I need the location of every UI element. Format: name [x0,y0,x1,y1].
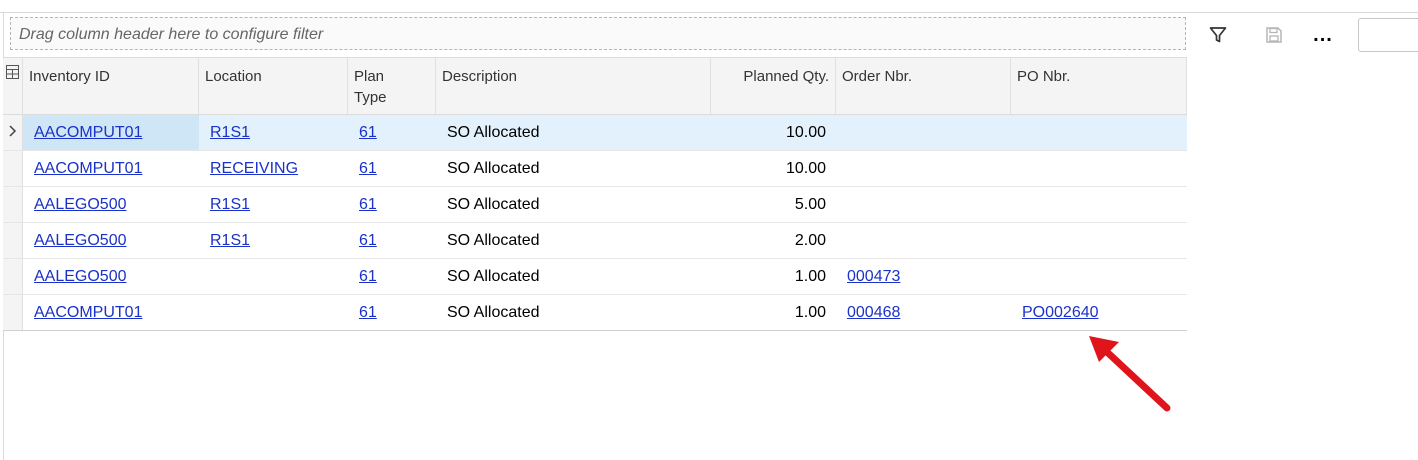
column-header-inventory-id[interactable]: Inventory ID [23,58,199,114]
save-button[interactable] [1259,20,1289,50]
search-input[interactable] [1358,18,1418,52]
column-header-description[interactable]: Description [436,58,711,114]
filter-drop-zone[interactable]: Drag column header here to configure fil… [10,17,1186,50]
inventory-id-link-text[interactable]: AALEGO500 [34,196,127,213]
planned-qty-cell: 1.00 [794,304,826,321]
order-nbr-link[interactable] [836,151,1011,186]
location-link-text[interactable]: R1S1 [210,196,250,213]
inventory-id-link-text[interactable]: AACOMPUT01 [34,160,142,177]
top-border [0,0,1418,13]
order-nbr-link[interactable] [836,115,1011,150]
table-row[interactable]: AALEGO500 61 SO Allocated 1.00 000473 [3,259,1187,295]
column-settings-button[interactable] [3,58,23,114]
row-selector[interactable] [3,187,23,222]
inventory-id-link-text[interactable]: AALEGO500 [34,232,127,249]
plan-type-link-text[interactable]: 61 [359,124,377,141]
chevron-right-icon [9,125,17,137]
plan-type-link[interactable]: 61 [348,259,436,294]
location-link-text[interactable]: R1S1 [210,232,250,249]
filter-button[interactable] [1203,20,1233,50]
location-link-text[interactable]: RECEIVING [210,160,298,177]
planned-qty-cell: 10.00 [785,160,826,177]
order-nbr-link[interactable]: 000473 [836,259,1011,294]
plan-type-link-text[interactable]: 61 [359,232,377,249]
column-settings-icon [6,65,19,79]
inventory-id-link-text[interactable]: AACOMPUT01 [34,124,142,141]
planned-qty-cell: 1.00 [794,268,826,285]
column-header-order-nbr[interactable]: Order Nbr. [836,58,1011,114]
location-link[interactable] [199,295,348,330]
more-icon: ... [1313,24,1333,46]
column-header-po-nbr[interactable]: PO Nbr. [1011,58,1187,114]
filter-icon [1209,27,1227,43]
po-nbr-link-text[interactable]: PO002640 [1022,304,1099,321]
order-nbr-link-text[interactable]: 000468 [847,304,900,321]
plan-type-link[interactable]: 61 [348,223,436,258]
column-header-location[interactable]: Location [199,58,348,114]
column-header-planned-qty[interactable]: Planned Qty. [711,58,836,114]
inventory-id-link[interactable]: AACOMPUT01 [23,115,199,150]
description-cell: SO Allocated [447,304,540,321]
location-link[interactable]: R1S1 [199,187,348,222]
inventory-id-link[interactable]: AACOMPUT01 [23,295,199,330]
order-nbr-link[interactable]: 000468 [836,295,1011,330]
location-link[interactable] [199,259,348,294]
order-nbr-link[interactable] [836,187,1011,222]
inventory-id-link-text[interactable]: AALEGO500 [34,268,127,285]
plan-type-link[interactable]: 61 [348,115,436,150]
po-nbr-link[interactable] [1011,115,1187,150]
inventory-grid: Inventory ID Location Plan Type Descript… [3,57,1187,331]
po-nbr-link[interactable] [1011,187,1187,222]
location-link-text[interactable]: R1S1 [210,124,250,141]
po-nbr-link[interactable] [1011,151,1187,186]
table-row[interactable]: AALEGO500 R1S1 61 SO Allocated 5.00 [3,187,1187,223]
column-header-plan-type[interactable]: Plan Type [348,58,436,114]
location-link[interactable]: R1S1 [199,223,348,258]
location-link[interactable]: R1S1 [199,115,348,150]
plan-type-link-text[interactable]: 61 [359,160,377,177]
description-cell: SO Allocated [447,268,540,285]
po-nbr-link[interactable]: PO002640 [1011,295,1187,330]
planned-qty-cell: 2.00 [794,232,826,249]
planned-qty-cell: 5.00 [794,196,826,213]
plan-type-link[interactable]: 61 [348,151,436,186]
inventory-id-link[interactable]: AALEGO500 [23,259,199,294]
table-row[interactable]: AACOMPUT01 RECEIVING 61 SO Allocated 10.… [3,151,1187,187]
inventory-id-link[interactable]: AACOMPUT01 [23,151,199,186]
grid-header: Inventory ID Location Plan Type Descript… [3,57,1187,115]
inventory-id-link-text[interactable]: AACOMPUT01 [34,304,142,321]
plan-type-link[interactable]: 61 [348,295,436,330]
inventory-id-link[interactable]: AALEGO500 [23,187,199,222]
plan-type-link-text[interactable]: 61 [359,304,377,321]
description-cell: SO Allocated [447,124,540,141]
row-selector[interactable] [3,295,23,330]
plan-type-header-line2: Type [354,89,387,106]
row-selector[interactable] [3,259,23,294]
description-cell: SO Allocated [447,232,540,249]
order-nbr-link-text[interactable]: 000473 [847,268,900,285]
annotation-arrow-icon [1089,336,1171,412]
plan-type-link-text[interactable]: 61 [359,196,377,213]
table-row[interactable]: AACOMPUT01 61 SO Allocated 1.00 000468 P… [3,295,1187,331]
plan-type-link[interactable]: 61 [348,187,436,222]
table-row[interactable]: AACOMPUT01 R1S1 61 SO Allocated 10.00 [3,115,1187,151]
description-cell: SO Allocated [447,160,540,177]
plan-type-header-line1: Plan [354,68,385,85]
inventory-id-link[interactable]: AALEGO500 [23,223,199,258]
row-selector[interactable] [3,115,23,150]
po-nbr-link[interactable] [1011,259,1187,294]
more-button[interactable]: ... [1308,20,1338,50]
description-cell: SO Allocated [447,196,540,213]
table-row[interactable]: AALEGO500 R1S1 61 SO Allocated 2.00 [3,223,1187,259]
plan-type-link-text[interactable]: 61 [359,268,377,285]
order-nbr-link[interactable] [836,223,1011,258]
location-link[interactable]: RECEIVING [199,151,348,186]
po-nbr-link[interactable] [1011,223,1187,258]
planned-qty-cell: 10.00 [785,124,826,141]
save-icon [1266,27,1282,43]
row-selector[interactable] [3,151,23,186]
row-selector[interactable] [3,223,23,258]
filter-placeholder: Drag column header here to configure fil… [19,26,324,43]
